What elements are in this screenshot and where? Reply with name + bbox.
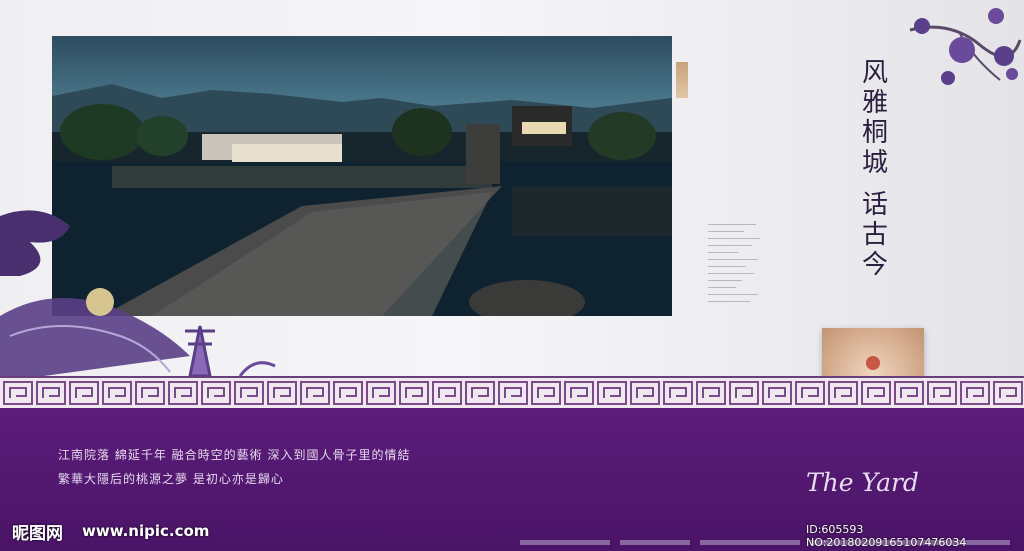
fret-motif-spiral xyxy=(273,387,291,398)
fret-motif xyxy=(333,381,363,405)
fret-motif-spiral xyxy=(900,387,918,398)
title-char: 城 xyxy=(861,148,890,178)
fret-motif-spiral xyxy=(306,387,324,398)
fret-motif xyxy=(267,381,297,405)
fret-motif-spiral xyxy=(570,387,588,398)
fret-motif-spiral xyxy=(372,387,390,398)
fret-motif-spiral xyxy=(834,387,852,398)
fret-motif xyxy=(432,381,462,405)
fret-motif xyxy=(168,381,198,405)
fret-motif-spiral xyxy=(75,387,93,398)
title-char: 话 xyxy=(861,190,890,220)
image-id-text: ID:605593 NO:20180209165107476034 xyxy=(806,523,967,549)
fret-motif xyxy=(399,381,429,405)
fret-motif xyxy=(762,381,792,405)
watermark-logo: 昵图网 xyxy=(12,524,63,544)
fret-motif-spiral xyxy=(999,387,1017,398)
title-char: 雅 xyxy=(861,88,890,118)
title-char: 风 xyxy=(861,58,890,88)
seal-dot xyxy=(866,356,880,370)
fret-border xyxy=(0,376,1024,412)
fret-motif xyxy=(3,381,33,405)
fret-motif-spiral xyxy=(768,387,786,398)
fret-motif-spiral xyxy=(966,387,984,398)
fret-motif xyxy=(795,381,825,405)
fret-motif-spiral xyxy=(471,387,489,398)
title-char: 今 xyxy=(861,250,890,280)
fret-motif xyxy=(36,381,66,405)
fret-motif-spiral xyxy=(504,387,522,398)
fret-motif xyxy=(234,381,264,405)
fret-motif-spiral xyxy=(174,387,192,398)
fret-motif-spiral xyxy=(9,387,27,398)
watermark-url: www.nipic.com xyxy=(82,522,210,540)
fret-motif-spiral xyxy=(537,387,555,398)
fret-motif xyxy=(69,381,99,405)
fret-motif xyxy=(696,381,726,405)
fret-motif-spiral xyxy=(867,387,885,398)
body-line-2: 繁華大隱后的桃源之夢 是初心亦是歸心 xyxy=(58,472,284,486)
fret-motif xyxy=(498,381,528,405)
fret-motif-spiral xyxy=(108,387,126,398)
fret-pattern xyxy=(3,381,1023,405)
fret-motif-spiral xyxy=(669,387,687,398)
fret-motif xyxy=(300,381,330,405)
fret-motif-spiral xyxy=(207,387,225,398)
fret-motif xyxy=(894,381,924,405)
fret-motif xyxy=(564,381,594,405)
title-char: 桐 xyxy=(861,118,890,148)
plum-blossom-illustration xyxy=(909,8,1022,85)
fret-motif xyxy=(630,381,660,405)
fret-motif-spiral xyxy=(636,387,654,398)
fret-motif-spiral xyxy=(702,387,720,398)
fret-motif-spiral xyxy=(933,387,951,398)
fret-motif xyxy=(366,381,396,405)
fret-motif-spiral xyxy=(405,387,423,398)
fret-motif xyxy=(597,381,627,405)
fret-motif xyxy=(102,381,132,405)
fret-motif xyxy=(135,381,165,405)
fret-motif xyxy=(960,381,990,405)
fret-motif xyxy=(729,381,759,405)
fret-motif xyxy=(993,381,1023,405)
fret-motif xyxy=(465,381,495,405)
fret-motif xyxy=(861,381,891,405)
decorative-tab xyxy=(676,62,688,98)
fret-motif-spiral xyxy=(438,387,456,398)
body-line-1: 江南院落 綿延千年 融合時空的藝術 深入到國人骨子里的情結 xyxy=(58,448,411,462)
fret-motif xyxy=(927,381,957,405)
small-text-block xyxy=(708,224,768,308)
fret-motif-spiral xyxy=(603,387,621,398)
cloud-wave-ornament xyxy=(0,210,276,382)
fret-motif-spiral xyxy=(801,387,819,398)
script-title: The Yard xyxy=(806,468,919,497)
fret-motif-spiral xyxy=(240,387,258,398)
fret-motif-spiral xyxy=(141,387,159,398)
fret-motif xyxy=(201,381,231,405)
fret-motif-spiral xyxy=(735,387,753,398)
fret-motif xyxy=(663,381,693,405)
title-char: 古 xyxy=(861,220,890,250)
fret-motif xyxy=(531,381,561,405)
fret-motif-spiral xyxy=(339,387,357,398)
fret-motif-spiral xyxy=(42,387,60,398)
vertical-title: 风 雅 桐 城 话 古 今 xyxy=(856,58,896,280)
fret-motif xyxy=(828,381,858,405)
